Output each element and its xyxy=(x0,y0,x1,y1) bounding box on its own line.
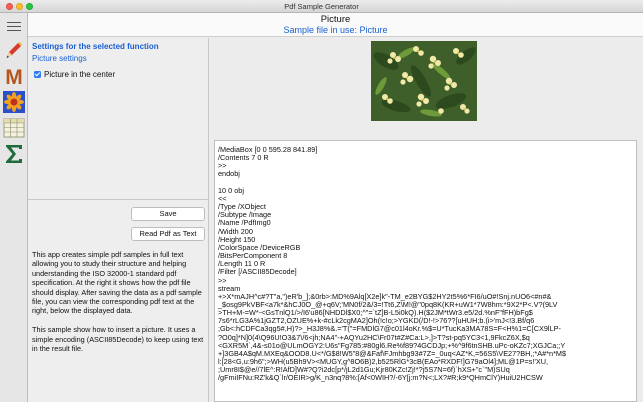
menu-icon[interactable] xyxy=(7,22,21,32)
flower-picture xyxy=(371,41,477,121)
pdf-text-line: /Subtype /Image xyxy=(218,210,272,220)
picture-settings-link[interactable]: Picture settings xyxy=(32,54,87,63)
m-letter-icon[interactable]: M xyxy=(3,65,25,89)
settings-panel: Settings for the selected function Pictu… xyxy=(28,38,209,402)
zoom-window-button[interactable] xyxy=(26,3,33,10)
close-window-button[interactable] xyxy=(6,3,13,10)
save-button[interactable]: Save xyxy=(131,207,205,221)
pdf-text-line: /gFmiIFNu:RZ'k&Q`lr/OEIR>g/K_n3nq?8%:[Af… xyxy=(218,373,543,383)
left-toolbar: M xyxy=(0,13,28,402)
panel-divider xyxy=(28,199,209,200)
pdf-text-line: >> xyxy=(218,161,227,171)
picture-center-checkbox[interactable] xyxy=(34,71,41,78)
minimize-window-button[interactable] xyxy=(16,3,23,10)
read-pdf-as-text-button[interactable]: Read Pdf as Text xyxy=(131,227,205,241)
pdf-text-line xyxy=(218,179,636,187)
settings-title: Settings for the selected function xyxy=(32,42,159,51)
description-paragraph: This app creates simple pdf samples in f… xyxy=(32,250,202,316)
page-title: Picture xyxy=(320,14,351,25)
pdf-text-line: /Name /PdfImg0 xyxy=(218,218,271,228)
pdf-text-line: << xyxy=(218,193,227,203)
pdf-text-line: /Filter [/ASCII85Decode] xyxy=(218,267,297,277)
pencil-icon[interactable] xyxy=(3,39,25,61)
description-paragraph: This sample show how to insert a picture… xyxy=(32,325,204,354)
pdf-source-text: /MediaBox [0 0 595.28 841.89]/Contents 7… xyxy=(215,141,636,383)
preview-panel: /MediaBox [0 0 595.28 841.89]/Contents 7… xyxy=(210,38,643,402)
pdf-text-line: /Contents 7 0 R xyxy=(218,153,269,163)
pdf-text-line: /BitsPerComponent 8 xyxy=(218,251,288,261)
picture-center-label[interactable]: Picture in the center xyxy=(44,70,115,79)
page-header: Picture Sample file in use: Picture xyxy=(28,13,643,37)
sigma-icon[interactable] xyxy=(3,143,25,165)
sample-file-label: Sample file in use: Picture xyxy=(283,25,388,35)
window-titlebar: Pdf Sample Generator xyxy=(0,0,643,13)
pdf-text-line: /MediaBox [0 0 595.28 841.89] xyxy=(218,145,318,154)
flower-icon[interactable] xyxy=(3,91,25,113)
svg-text:M: M xyxy=(5,66,23,87)
pdf-text-line: >> xyxy=(218,275,227,285)
pdf-text-line: /Type /XObject xyxy=(218,202,266,212)
pdf-text-line: /Width 200 xyxy=(218,226,253,236)
pdf-text-line: 10 0 obj xyxy=(218,185,244,195)
app-description: This app creates simple pdf samples in f… xyxy=(32,250,204,363)
window-title: Pdf Sample Generator xyxy=(284,2,359,11)
pdf-text-line: endobj xyxy=(218,169,240,179)
main-area: Picture Sample file in use: Picture Sett… xyxy=(28,13,643,402)
table-icon[interactable] xyxy=(3,117,25,139)
pdf-text-view[interactable]: /MediaBox [0 0 595.28 841.89]/Contents 7… xyxy=(214,140,637,402)
